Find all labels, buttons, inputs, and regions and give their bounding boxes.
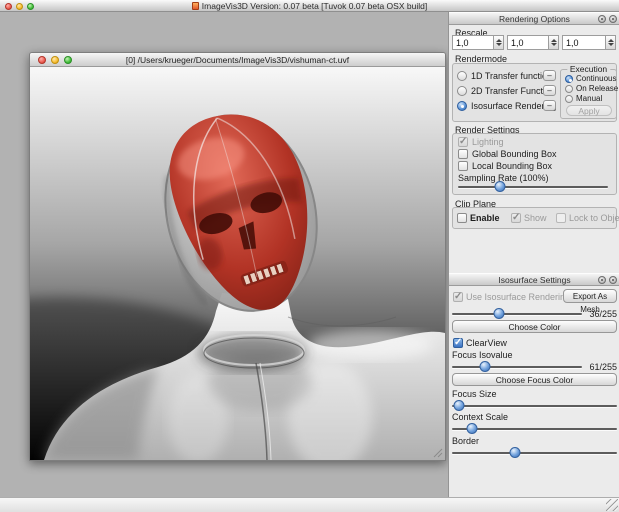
slider-knob[interactable]: [509, 447, 520, 458]
apply-button[interactable]: Apply: [566, 105, 612, 116]
dock-panels: Rendering Options Rescale 1,0 1,0 1,0 Re…: [448, 12, 619, 497]
2d-transfer-edit-button[interactable]: –: [543, 85, 556, 96]
radio-manual[interactable]: [565, 95, 573, 103]
rescale-x-value: 1,0: [456, 38, 469, 48]
float-panel-icon[interactable]: [598, 276, 606, 284]
isovalue-slider[interactable]: [452, 308, 582, 319]
global-bounding-box-checkbox[interactable]: [458, 149, 468, 159]
resize-grip[interactable]: [606, 499, 618, 511]
lighting-checkbox[interactable]: [458, 137, 468, 147]
use-isosurface-checkbox[interactable]: [453, 292, 463, 302]
choose-focus-color-button[interactable]: Choose Focus Color: [452, 373, 617, 386]
clearview-checkbox[interactable]: [453, 338, 463, 348]
1d-transfer-edit-button[interactable]: –: [543, 70, 556, 81]
app-title-bar[interactable]: ImageVis3D Version: 0.07 beta [Tuvok 0.0…: [0, 0, 619, 12]
execution-title: Execution: [567, 64, 610, 74]
focus-size-slider[interactable]: [452, 400, 617, 411]
rendering-options-title-bar[interactable]: Rendering Options: [449, 12, 619, 25]
sampling-rate-slider[interactable]: [458, 181, 608, 192]
slider-knob[interactable]: [466, 423, 477, 434]
float-panel-icon[interactable]: [598, 15, 606, 23]
clip-lock-checkbox[interactable]: [556, 213, 566, 223]
slider-track: [458, 186, 608, 188]
execution-group: Execution Continuous On Release Manual A…: [560, 69, 617, 119]
status-bar: [0, 497, 619, 512]
focus-isovalue-readout: 61/255: [583, 362, 617, 372]
context-scale-label: Context Scale: [452, 412, 508, 422]
render-window: [0] /Users/krueger/Documents/ImageVis3D/…: [29, 52, 446, 461]
slider-track: [452, 366, 582, 368]
slider-track: [452, 452, 617, 454]
workspace-area: [0] /Users/krueger/Documents/ImageVis3D/…: [0, 12, 448, 497]
border-label: Border: [452, 436, 479, 446]
rescale-y-value: 1,0: [511, 38, 524, 48]
imagevis3d-app: ImageVis3D Version: 0.07 beta [Tuvok 0.0…: [0, 0, 619, 512]
spinner-arrows-icon[interactable]: [605, 36, 615, 49]
document-icon: [192, 2, 199, 10]
slider-knob[interactable]: [493, 308, 504, 319]
context-scale-slider[interactable]: [452, 423, 617, 434]
rescale-z-spinbox[interactable]: 1,0: [562, 35, 616, 50]
isosurface-edit-button[interactable]: –: [543, 100, 556, 111]
radio-continuous[interactable]: [565, 75, 573, 83]
continuous-label: Continuous: [576, 74, 616, 83]
manual-label: Manual: [576, 94, 602, 103]
global-bounding-box-label: Global Bounding Box: [472, 149, 557, 159]
export-as-mesh-button[interactable]: Export As Mesh: [563, 289, 617, 303]
clip-lock-label: Lock to Object: [569, 213, 619, 223]
radio-on-release[interactable]: [565, 85, 573, 93]
clip-enable-label: Enable: [470, 213, 500, 223]
render-window-title: [0] /Users/krueger/Documents/ImageVis3D/…: [30, 55, 445, 65]
render-window-title-bar[interactable]: [0] /Users/krueger/Documents/ImageVis3D/…: [30, 53, 445, 67]
clip-show-label: Show: [524, 213, 547, 223]
slider-knob[interactable]: [453, 400, 464, 411]
1d-transfer-label: 1D Transfer function: [471, 71, 552, 81]
focus-isovalue-slider[interactable]: [452, 361, 582, 372]
clip-enable-checkbox[interactable]: [457, 213, 467, 223]
rescale-x-spinbox[interactable]: 1,0: [452, 35, 504, 50]
slider-knob[interactable]: [495, 181, 506, 192]
slider-track: [452, 313, 582, 315]
radio-isosurface-rendering[interactable]: [457, 101, 467, 111]
isosurface-settings-title-bar[interactable]: Isosurface Settings: [449, 273, 619, 286]
close-panel-icon[interactable]: [609, 276, 617, 284]
clearview-label: ClearView: [466, 338, 507, 348]
3d-viewport[interactable]: [30, 67, 445, 460]
radio-2d-transfer-function[interactable]: [457, 86, 467, 96]
clip-show-checkbox[interactable]: [511, 213, 521, 223]
use-isosurface-label: Use Isosurface Rendering: [466, 292, 570, 302]
radio-1d-transfer-function[interactable]: [457, 71, 467, 81]
close-panel-icon[interactable]: [609, 15, 617, 23]
choose-color-button[interactable]: Choose Color: [452, 320, 617, 333]
slider-track: [452, 405, 617, 407]
slider-knob[interactable]: [479, 361, 490, 372]
isovalue-readout: 36/255: [583, 309, 617, 319]
local-bounding-box-checkbox[interactable]: [458, 161, 468, 171]
focus-isovalue-label: Focus Isovalue: [452, 350, 513, 360]
rescale-z-value: 1,0: [566, 38, 579, 48]
spinner-arrows-icon[interactable]: [548, 36, 558, 49]
rescale-y-spinbox[interactable]: 1,0: [507, 35, 559, 50]
volume-rendering-visible-human: [30, 67, 445, 460]
focus-size-label: Focus Size: [452, 389, 497, 399]
border-slider[interactable]: [452, 447, 617, 458]
spinner-arrows-icon[interactable]: [493, 36, 503, 49]
lighting-label: Lighting: [472, 137, 504, 147]
isosurface-settings-title: Isosurface Settings: [449, 275, 619, 285]
local-bounding-box-label: Local Bounding Box: [472, 161, 552, 171]
rendering-options-title: Rendering Options: [449, 14, 619, 24]
on-release-label: On Release: [576, 84, 618, 93]
app-title: ImageVis3D Version: 0.07 beta [Tuvok 0.0…: [0, 1, 619, 11]
